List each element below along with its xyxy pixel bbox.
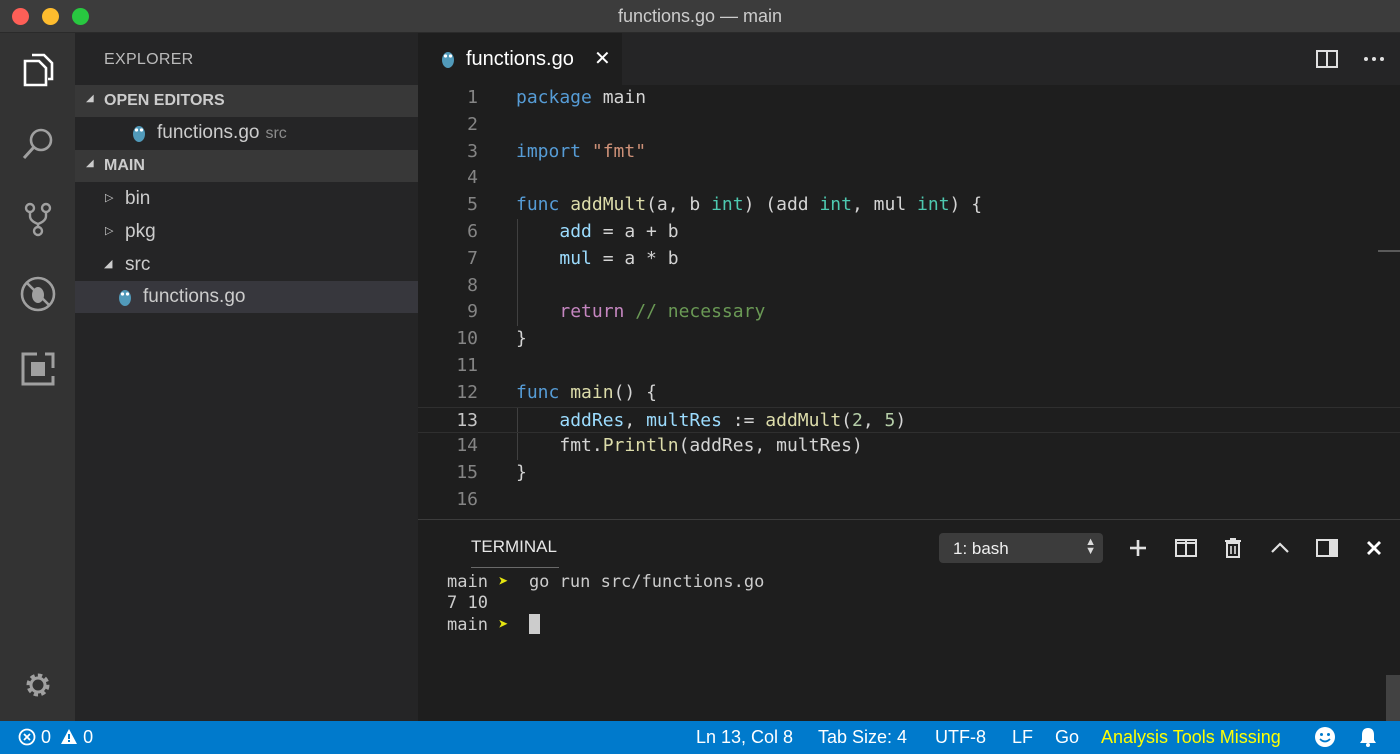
eol-status[interactable]: LF bbox=[1012, 727, 1033, 748]
select-arrows-icon: ▲ ▼ bbox=[1085, 536, 1096, 557]
code-line: 3 import "fmt" bbox=[467, 140, 647, 162]
search-icon[interactable] bbox=[18, 124, 58, 164]
trash-icon[interactable] bbox=[1221, 536, 1245, 560]
go-file-icon bbox=[133, 126, 145, 142]
encoding-status[interactable]: UTF-8 bbox=[935, 727, 986, 748]
explorer-sidebar: EXPLORER ◢ OPEN EDITORS functions.go src … bbox=[75, 33, 418, 721]
code-line: 11 bbox=[456, 355, 478, 376]
more-actions-icon[interactable] bbox=[1362, 47, 1386, 71]
gear-icon[interactable] bbox=[18, 665, 58, 705]
go-file-icon bbox=[119, 290, 131, 306]
chevron-down-icon: ◢ bbox=[104, 258, 113, 270]
source-control-icon[interactable] bbox=[18, 199, 58, 239]
code-line: 10} bbox=[456, 328, 527, 350]
chevron-down-icon: ◢ bbox=[86, 93, 94, 104]
problems-status[interactable]: 0 0 bbox=[18, 727, 93, 748]
split-editor-icon[interactable] bbox=[1315, 47, 1339, 71]
terminal-line: main ➤ bbox=[447, 614, 540, 635]
chevron-right-icon: ▷ bbox=[105, 192, 114, 204]
terminal-line: 7 10 bbox=[447, 593, 488, 613]
close-icon[interactable]: ✕ bbox=[594, 46, 611, 71]
close-panel-icon[interactable] bbox=[1362, 536, 1386, 560]
title-bar: functions.go — main bbox=[0, 0, 1400, 33]
smiley-feedback-icon[interactable] bbox=[1314, 726, 1336, 753]
tree-item-bin[interactable]: ▷ bin bbox=[75, 183, 418, 215]
language-status[interactable]: Go bbox=[1055, 727, 1079, 748]
code-line: 9 return // necessary bbox=[467, 301, 766, 323]
terminal-line: main ➤ go run src/functions.go bbox=[447, 572, 765, 592]
go-file-icon bbox=[442, 52, 454, 68]
terminal-select[interactable]: 1: bash ▲ ▼ bbox=[939, 533, 1103, 563]
code-line-current: 13 addRes, multRes := addMult(2, 5) bbox=[418, 406, 1400, 434]
code-line: 12 func main() { bbox=[456, 381, 657, 403]
extensions-icon[interactable] bbox=[18, 349, 58, 389]
bell-icon[interactable] bbox=[1358, 726, 1378, 753]
chevron-down-icon: ◢ bbox=[86, 158, 94, 169]
tree-item-src[interactable]: ◢ src bbox=[75, 249, 418, 281]
code-line: 5 func addMult(a, b int) (add int, mul in… bbox=[467, 194, 983, 216]
window-title: functions.go — main bbox=[617, 6, 783, 26]
code-line: 14 fmt.Println(addRes, multRes) bbox=[456, 435, 863, 457]
open-editors-header[interactable]: ◢ OPEN EDITORS bbox=[75, 85, 418, 117]
code-line: 7 mul = a * b bbox=[467, 247, 679, 269]
error-icon bbox=[18, 728, 36, 746]
tree-item-functions-go[interactable]: functions.go bbox=[75, 281, 418, 313]
debug-icon[interactable] bbox=[18, 274, 58, 314]
panel-tab-terminal[interactable]: TERMINAL bbox=[471, 537, 557, 557]
folder-main-header[interactable]: ◢ MAIN bbox=[75, 150, 418, 182]
toggle-panel-position-icon[interactable] bbox=[1315, 536, 1339, 560]
code-line: 6 add = a + b bbox=[467, 221, 679, 242]
sidebar-title: EXPLORER bbox=[104, 51, 194, 68]
status-bar: 0 0 Ln 13, Col 8 Tab Size: 4 UTF-8 LF Go… bbox=[0, 721, 1400, 754]
open-editor-item[interactable]: functions.go src bbox=[75, 117, 418, 149]
activity-bar bbox=[0, 33, 75, 721]
chevron-up-icon[interactable] bbox=[1268, 536, 1292, 560]
terminal-cursor bbox=[528, 614, 540, 634]
code-line: 1 package main bbox=[467, 87, 647, 108]
code-editor[interactable]: 1 package main 2 3 import "fmt" 4 5 func ad… bbox=[418, 85, 1400, 519]
code-line: 8 bbox=[467, 274, 478, 296]
terminal-panel: TERMINAL 1: bash ▲ ▼ main ➤ go run src/fu… bbox=[418, 519, 1400, 721]
tree-item-pkg[interactable]: ▷ pkg bbox=[75, 216, 418, 248]
explorer-icon[interactable] bbox=[18, 49, 58, 89]
chevron-right-icon: ▷ bbox=[105, 225, 114, 237]
warning-icon bbox=[61, 729, 78, 744]
analysis-tools-status[interactable]: Analysis Tools Missing bbox=[1101, 727, 1281, 748]
code-line: 4 bbox=[467, 167, 478, 189]
code-line: 2 bbox=[467, 113, 478, 135]
split-terminal-icon[interactable] bbox=[1174, 536, 1198, 560]
tab-functions-go[interactable]: functions.go ✕ bbox=[418, 33, 622, 85]
code-line: 15} bbox=[456, 462, 527, 484]
terminal-scrollbar[interactable] bbox=[1386, 675, 1400, 721]
code-line: 16 bbox=[456, 489, 478, 510]
tab-size-status[interactable]: Tab Size: 4 bbox=[818, 727, 907, 748]
editor-tab-bar: functions.go ✕ bbox=[418, 33, 1400, 85]
cursor-position-status[interactable]: Ln 13, Col 8 bbox=[696, 727, 793, 748]
overview-ruler-marker bbox=[1378, 250, 1400, 252]
new-terminal-icon[interactable] bbox=[1126, 536, 1150, 560]
